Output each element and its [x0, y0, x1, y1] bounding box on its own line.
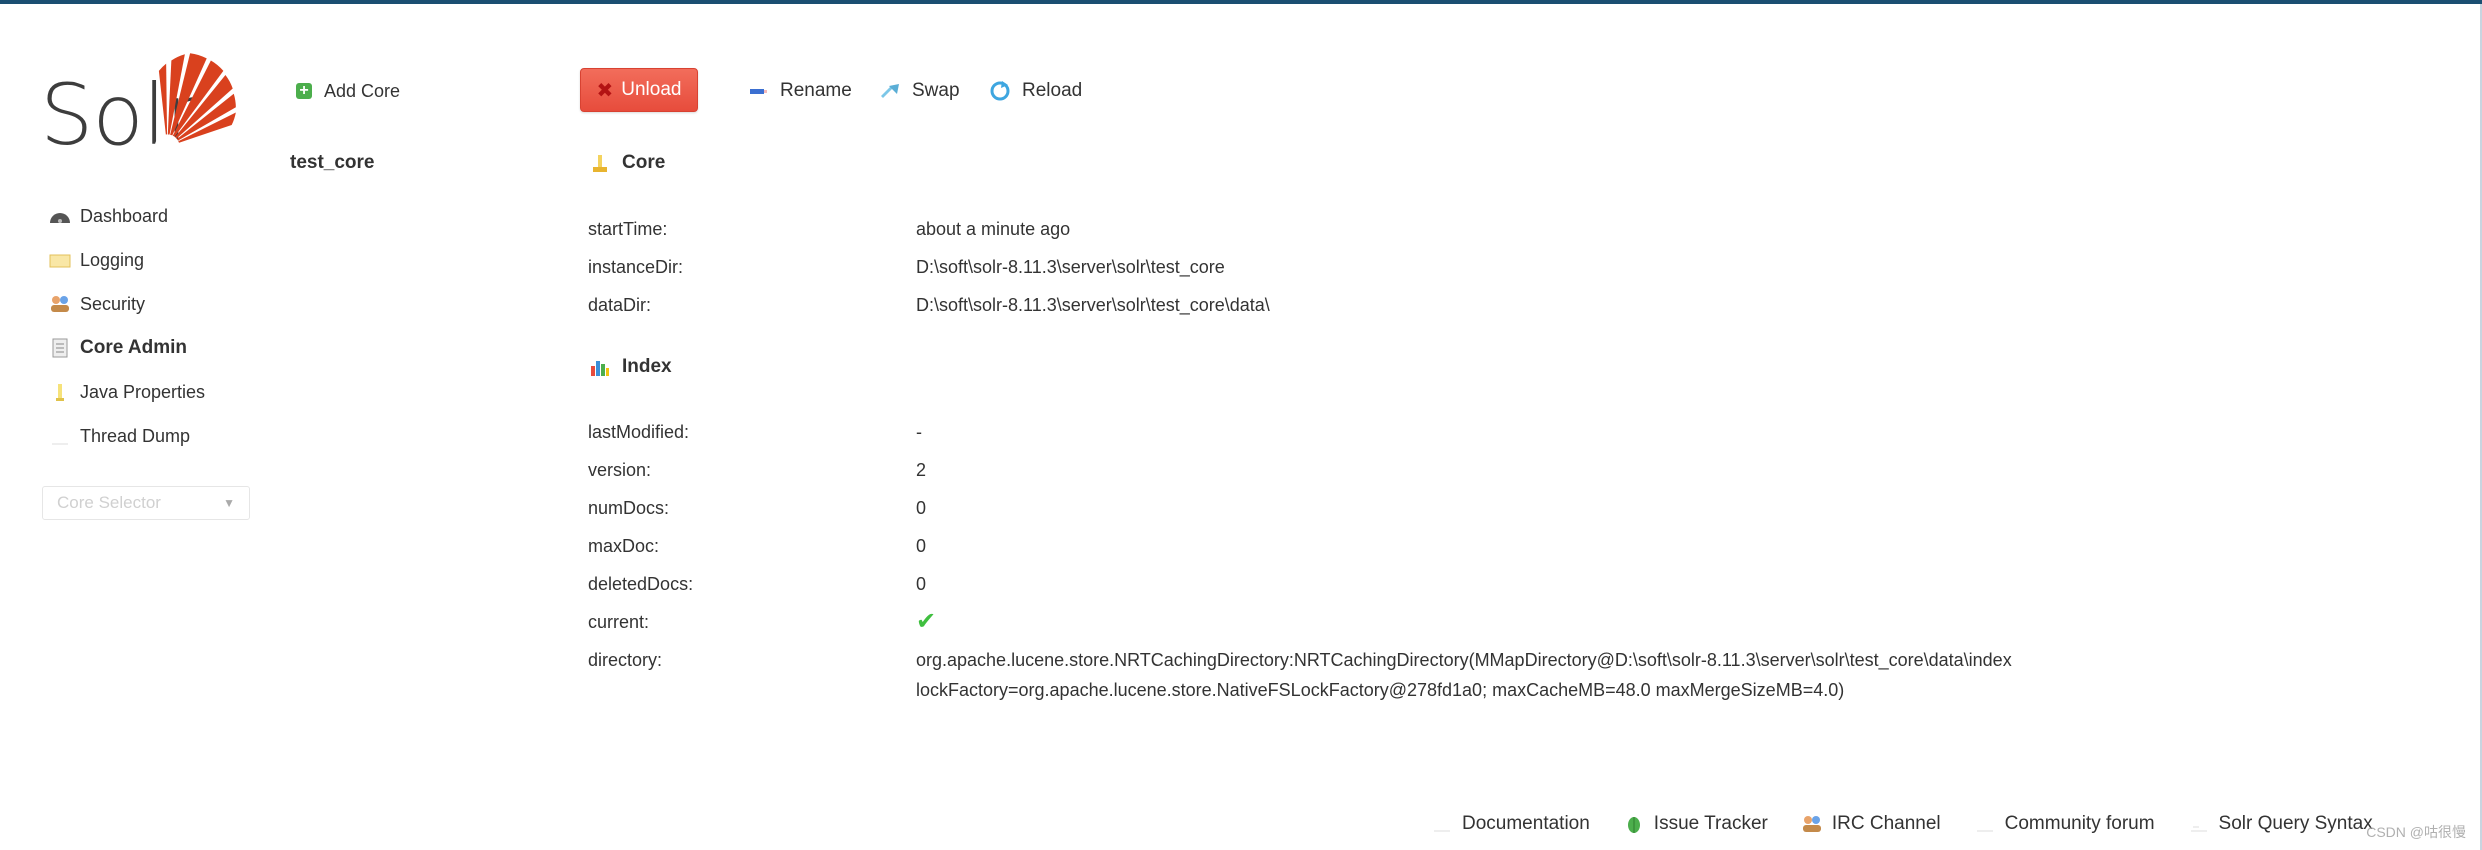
property-row: current: ✔: [588, 603, 2468, 641]
property-row: instanceDir: D:\soft\solr-8.11.3\server\…: [588, 248, 2468, 286]
watermark-text: CSDN @咕很慢: [2366, 824, 2466, 840]
sidebar-item-logging[interactable]: Logging: [48, 238, 258, 282]
footer-link-label: Solr Query Syntax: [2218, 813, 2373, 834]
footer-link-irc-channel[interactable]: IRC Channel: [1800, 813, 1941, 835]
solr-logo[interactable]: Solr: [40, 48, 250, 164]
property-row: version: 2: [588, 451, 2468, 489]
sidebar-item-core-admin[interactable]: Core Admin: [48, 326, 258, 370]
footer-link-label: Issue Tracker: [1653, 813, 1768, 834]
property-value: 0: [916, 497, 927, 518]
property-key: startTime:: [588, 218, 668, 239]
property-key: version:: [588, 459, 652, 480]
add-core-label: Add Core: [324, 80, 401, 101]
property-key: current:: [588, 611, 650, 632]
swap-label: Swap: [912, 80, 960, 101]
core-admin-icon: [48, 338, 72, 358]
property-row: lastModified: -: [588, 413, 2468, 451]
forum-icon: [1973, 814, 1997, 834]
sidebar-item-thread-dump[interactable]: Thread Dump: [48, 414, 258, 458]
unload-label: Unload: [621, 79, 682, 100]
property-row: directory: org.apache.lucene.store.NRTCa…: [588, 641, 2468, 705]
add-core-button[interactable]: + Add Core: [296, 76, 400, 106]
plus-icon: +: [296, 83, 312, 99]
footer-link-community-forum[interactable]: Community forum: [1973, 813, 2155, 835]
property-key: directory:: [588, 650, 663, 670]
footer-link-label: IRC Channel: [1831, 813, 1941, 834]
footer-link-label: Community forum: [2004, 813, 2155, 834]
property-value: -: [916, 421, 922, 442]
property-row: startTime: about a minute ago: [588, 210, 2468, 248]
sidebar-item-label: Security: [80, 293, 146, 314]
property-value: about a minute ago: [916, 218, 1071, 239]
thread-dump-icon: [48, 426, 72, 446]
property-key: instanceDir:: [588, 256, 684, 277]
core-list-item[interactable]: test_core: [290, 152, 375, 174]
section-title-text: Index: [622, 356, 672, 377]
sidebar-item-security[interactable]: Security: [48, 282, 258, 326]
sidebar-item-java-properties[interactable]: Java Properties: [48, 370, 258, 414]
security-icon: [48, 294, 72, 314]
sidebar-item-label: Core Admin: [80, 337, 187, 358]
chevron-down-icon: ▼: [223, 496, 235, 510]
bar-chart-icon: [588, 357, 612, 377]
sidebar-item-label: Thread Dump: [80, 425, 191, 446]
property-value: 2: [916, 459, 927, 480]
core-selector-placeholder: Core Selector: [57, 493, 161, 512]
index-properties: lastModified: - version: 2 numDocs: 0 ma…: [588, 413, 2468, 705]
close-icon: ✖: [596, 79, 614, 102]
property-value: D:\soft\solr-8.11.3\server\solr\test_cor…: [916, 256, 1225, 277]
property-key: dataDir:: [588, 294, 652, 315]
property-key: lastModified:: [588, 421, 690, 442]
property-value: org.apache.lucene.store.NRTCachingDirect…: [916, 650, 2012, 700]
property-row: dataDir: D:\soft\solr-8.11.3\server\solr…: [588, 286, 2468, 324]
logging-icon: [48, 250, 72, 270]
unload-button[interactable]: ✖ Unload: [580, 68, 698, 112]
query-syntax-icon: [2187, 814, 2211, 834]
property-row: numDocs: 0: [588, 489, 2468, 527]
reload-button[interactable]: Reload: [988, 76, 1082, 106]
solr-sunburst-icon: [154, 53, 236, 152]
sidebar-item-dashboard[interactable]: Dashboard: [48, 194, 258, 238]
property-row: maxDoc: 0: [588, 527, 2468, 565]
rename-button[interactable]: Rename: [746, 76, 852, 106]
java-properties-icon: [48, 382, 72, 402]
property-value: D:\soft\solr-8.11.3\server\solr\test_cor…: [916, 294, 1270, 315]
swap-icon: [878, 81, 902, 101]
dashboard-icon: [48, 206, 72, 226]
reload-label: Reload: [1022, 80, 1083, 101]
rename-icon: [746, 81, 770, 101]
property-key: numDocs:: [588, 497, 670, 518]
property-value: 0: [916, 535, 927, 556]
bug-icon: [1622, 814, 1646, 834]
footer-link-issue-tracker[interactable]: Issue Tracker: [1622, 813, 1768, 835]
property-key: maxDoc:: [588, 535, 660, 556]
sidebar-item-label: Java Properties: [80, 381, 206, 402]
core-selector-dropdown[interactable]: Core Selector ▼: [42, 486, 250, 520]
property-key: deletedDocs:: [588, 573, 694, 594]
footer-links: Documentation Issue Tracker IRC Channel …: [1430, 808, 2405, 840]
footer-link-solr-query-syntax[interactable]: Solr Query Syntax: [2187, 813, 2373, 835]
sidebar-item-label: Dashboard: [80, 205, 169, 226]
checkmark-icon: ✔: [916, 608, 937, 635]
reload-icon: [988, 81, 1012, 101]
sidebar-item-label: Logging: [80, 249, 145, 270]
property-value: 0: [916, 573, 927, 594]
swap-button[interactable]: Swap: [878, 76, 960, 106]
index-section-title: Index: [588, 356, 672, 378]
section-title-text: Core: [622, 152, 666, 173]
property-row: deletedDocs: 0: [588, 565, 2468, 603]
core-section-title: Core: [588, 152, 665, 174]
footer-link-label: Documentation: [1462, 813, 1590, 834]
documentation-icon: [1430, 814, 1454, 834]
solr-admin-window: Solr Dashboard Logging Security Core Adm…: [0, 0, 2482, 850]
footer-link-documentation[interactable]: Documentation: [1430, 813, 1590, 835]
sidebar-nav: Dashboard Logging Security Core Admin Ja…: [48, 194, 258, 458]
rename-label: Rename: [780, 80, 852, 101]
core-section-icon: [588, 153, 612, 173]
core-properties: startTime: about a minute ago instanceDi…: [588, 210, 2468, 324]
irc-icon: [1800, 814, 1824, 834]
